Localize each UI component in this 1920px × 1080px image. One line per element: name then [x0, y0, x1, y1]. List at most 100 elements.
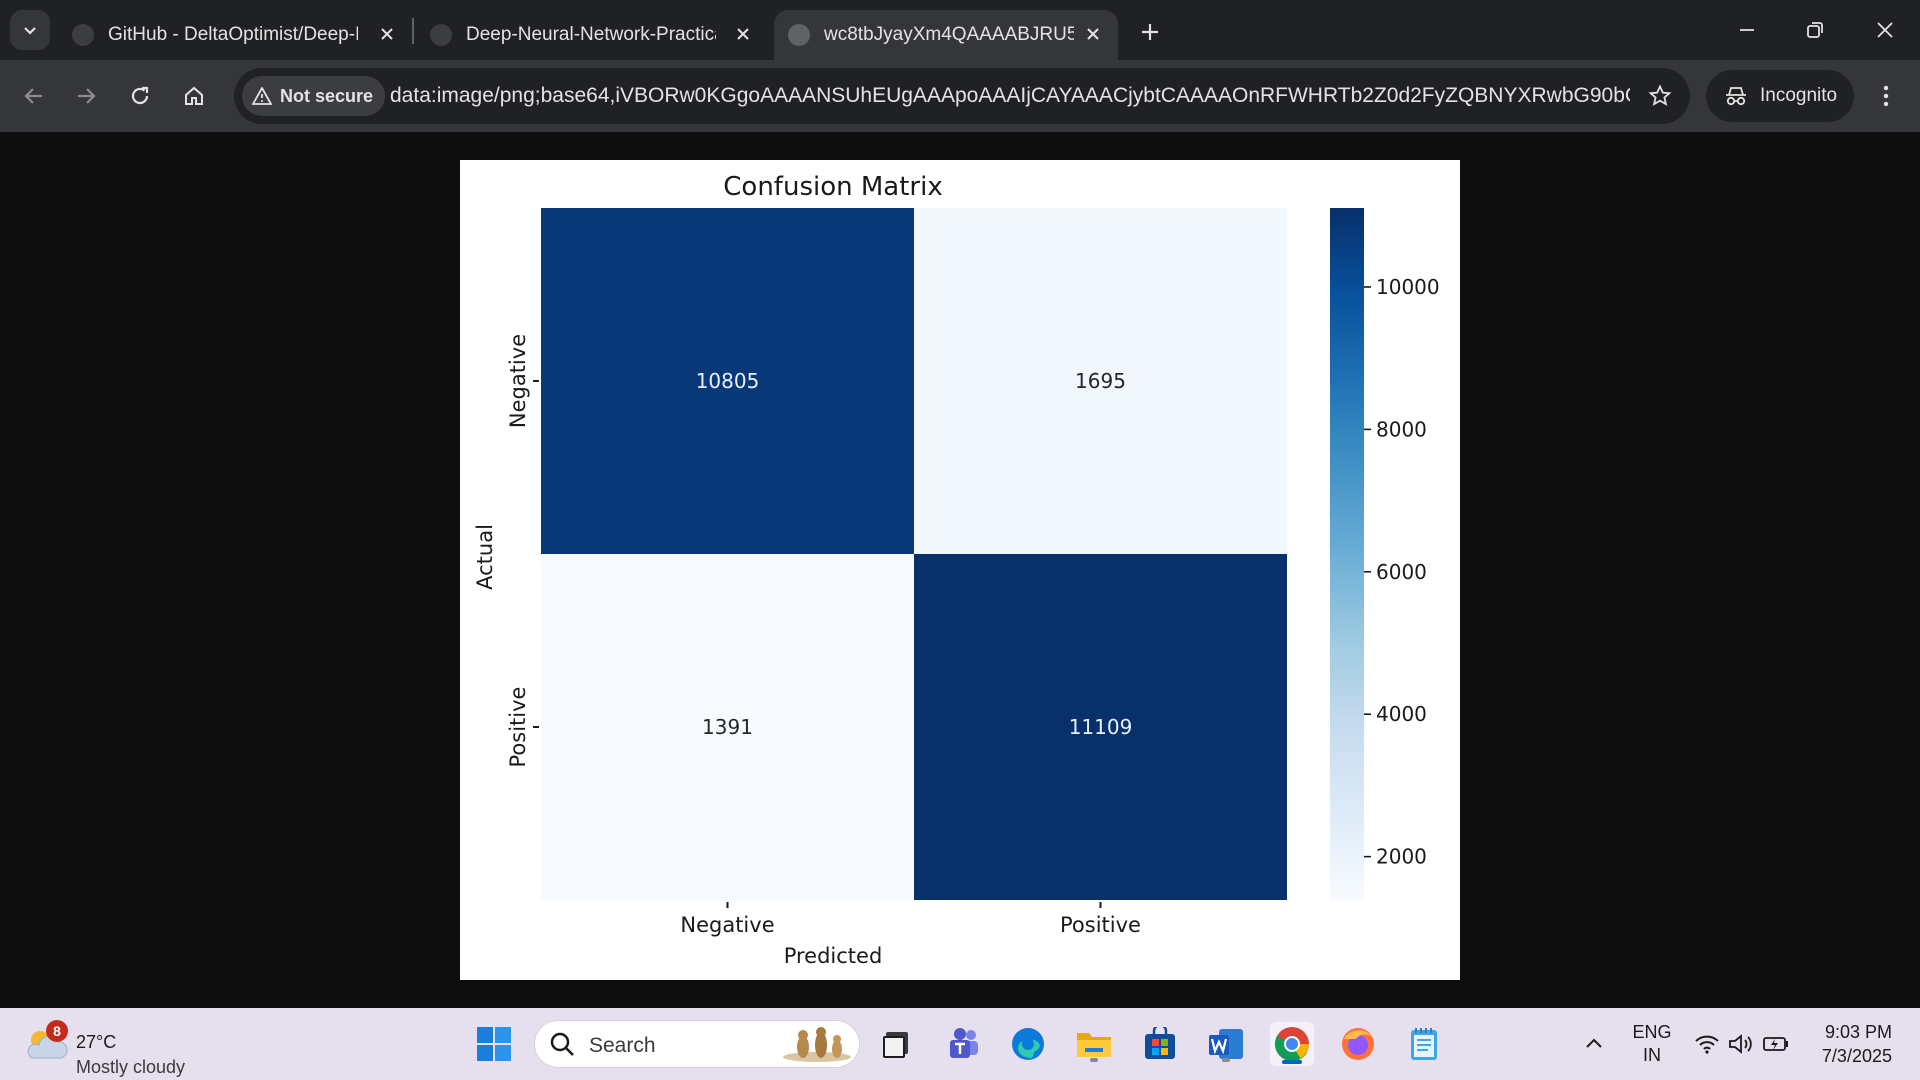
windows-start-icon	[477, 1027, 511, 1061]
volume-icon	[1729, 1034, 1752, 1054]
colorbar-tick-label: 4000	[1376, 702, 1427, 726]
close-icon[interactable]	[374, 21, 400, 47]
y-tick-label: Positive	[506, 687, 530, 768]
file-explorer-icon	[1077, 1033, 1111, 1057]
globe-icon	[788, 24, 810, 46]
security-chip[interactable]: Not secure	[242, 76, 386, 116]
store-icon	[1145, 1027, 1175, 1059]
taskbar-app-store[interactable]	[1138, 1022, 1182, 1066]
minimize-icon	[1740, 29, 1754, 31]
chart-title: Confusion Matrix	[723, 172, 942, 202]
tab-strip: GitHub - DeltaOptimist/Deep-N Deep-Neura…	[0, 0, 1920, 60]
colorbar-tick-label: 8000	[1376, 417, 1427, 441]
running-indicator	[1222, 1058, 1230, 1062]
notepad-icon	[1411, 1028, 1437, 1060]
active-app-indicator	[1282, 1060, 1302, 1064]
taskbar-app-teams[interactable]	[940, 1022, 984, 1066]
tab-title: wc8tbJyayXm4QAAAABJRU5Erk	[824, 24, 1074, 45]
start-button[interactable]	[472, 1022, 516, 1066]
url-text[interactable]: data:image/png;base64,iVBORw0KGgoAAAANSU…	[390, 84, 1630, 108]
tab-github[interactable]: GitHub - DeltaOptimist/Deep-N	[72, 10, 412, 60]
close-window-button[interactable]	[1862, 8, 1908, 52]
colorbar-tick-label: 2000	[1376, 845, 1427, 869]
github-favicon-icon	[72, 24, 94, 46]
tab-active-image[interactable]: wc8tbJyayXm4QAAAABJRU5Erk	[774, 10, 1118, 60]
warning-icon	[252, 87, 272, 105]
taskbar-app-file-explorer[interactable]	[1072, 1022, 1116, 1066]
bookmark-button[interactable]	[1644, 80, 1676, 112]
language-indicator[interactable]: ENG IN	[1628, 1022, 1676, 1066]
search-placeholder: Search	[589, 1034, 656, 1057]
taskbar-app-file-manager[interactable]	[874, 1022, 918, 1066]
taskbar-app-notepad[interactable]	[1402, 1022, 1446, 1066]
restore-button[interactable]	[1792, 8, 1838, 52]
incognito-profile-button[interactable]: Incognito	[1706, 70, 1854, 122]
x-axis-label: Predicted	[784, 944, 883, 968]
search-icon	[550, 1032, 574, 1056]
back-button[interactable]	[12, 74, 56, 118]
address-bar[interactable]: Not secure data:image/png;base64,iVBORw0…	[234, 68, 1690, 124]
cell-value-label: 10805	[696, 369, 760, 393]
weather-temp: 27°C	[76, 1032, 117, 1052]
github-favicon-icon	[430, 24, 452, 46]
minimize-button[interactable]	[1724, 8, 1770, 52]
confusion-matrix-chart: Confusion Matrix 10805 1695 1391 11109 Nega…	[473, 172, 1440, 968]
region-code: IN	[1643, 1045, 1661, 1065]
taskbar-app-word[interactable]	[1204, 1022, 1248, 1066]
search-highlight-icon	[783, 1027, 851, 1062]
new-tab-button[interactable]	[1132, 14, 1168, 50]
page-viewport: Confusion Matrix 10805 1695 1391 11109 Nega…	[0, 132, 1920, 1008]
home-button[interactable]	[172, 74, 216, 118]
firefox-icon	[1342, 1028, 1374, 1060]
language-code: ENG	[1632, 1022, 1672, 1042]
y-axis-label: Actual	[473, 524, 497, 590]
show-hidden-icons-button[interactable]	[1572, 1022, 1616, 1066]
cell-value-label: 11109	[1069, 715, 1133, 739]
chevron-down-icon	[24, 27, 36, 35]
weather-widget[interactable]: 8 27°C Mostly cloudy	[24, 1020, 204, 1077]
cell-value-label: 1695	[1075, 369, 1126, 393]
star-icon	[1648, 84, 1672, 106]
wifi-icon	[1695, 1035, 1719, 1054]
reload-icon	[131, 86, 149, 105]
close-icon[interactable]	[730, 21, 756, 47]
browser-menu-button[interactable]	[1866, 74, 1906, 118]
home-icon	[185, 86, 203, 105]
cell-value-label: 1391	[702, 715, 753, 739]
restore-icon	[1807, 22, 1823, 38]
more-vertical-icon	[1883, 85, 1889, 107]
taskbar-search[interactable]: Search	[534, 1020, 860, 1068]
confusion-matrix-image: Confusion Matrix 10805 1695 1391 11109 Nega…	[460, 160, 1460, 980]
weather-badge: 8	[46, 1020, 68, 1042]
security-label: Not secure	[280, 85, 374, 106]
tab-title: Deep-Neural-Network-Practical	[466, 24, 716, 45]
taskbar-app-chrome[interactable]	[1270, 1022, 1314, 1066]
plus-icon	[1142, 24, 1158, 40]
chrome-icon	[1275, 1027, 1309, 1062]
battery-charging-icon	[1763, 1037, 1788, 1051]
chevron-up-icon	[1586, 1038, 1602, 1048]
teams-icon	[950, 1028, 978, 1058]
back-icon	[24, 88, 42, 104]
clock[interactable]: 9:03 PM 7/3/2025	[1806, 1022, 1892, 1067]
forward-button[interactable]	[64, 74, 108, 118]
system-tray-status[interactable]	[1690, 1022, 1794, 1066]
edge-icon	[1012, 1028, 1044, 1060]
file-manager-icon	[883, 1032, 908, 1058]
colorbar	[1330, 208, 1364, 900]
close-icon	[1877, 22, 1893, 38]
reload-button[interactable]	[118, 74, 162, 118]
windows-taskbar: 8 27°C Mostly cloudy Search ENG IN 9:03 …	[0, 1008, 1920, 1080]
tab-deep-neural-network[interactable]: Deep-Neural-Network-Practical	[430, 10, 768, 60]
x-tick-label: Positive	[1060, 913, 1141, 937]
weather-condition: Mostly cloudy	[76, 1057, 186, 1077]
y-tick-label: Negative	[506, 334, 530, 428]
clock-date: 7/3/2025	[1821, 1046, 1892, 1066]
taskbar-app-edge[interactable]	[1006, 1022, 1050, 1066]
word-icon	[1209, 1029, 1243, 1059]
close-icon[interactable]	[1080, 21, 1106, 47]
profile-label: Incognito	[1760, 85, 1838, 106]
tab-search-button[interactable]	[10, 10, 50, 50]
tab-title: GitHub - DeltaOptimist/Deep-N	[108, 24, 358, 45]
taskbar-app-firefox[interactable]	[1336, 1022, 1380, 1066]
